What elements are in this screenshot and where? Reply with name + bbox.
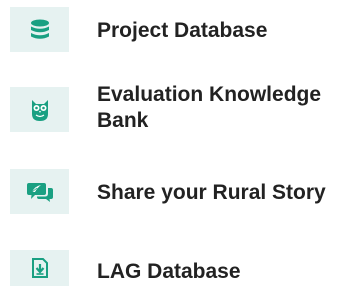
menu-item-label: Evaluation Knowledge Bank — [97, 82, 321, 134]
owl-icon — [31, 99, 48, 121]
menu-item-lag-database[interactable]: LAG Database — [0, 245, 359, 286]
icon-tile — [10, 87, 69, 132]
menu-item-label: Share your Rural Story — [97, 181, 326, 204]
icon-tile — [10, 169, 69, 214]
database-icon — [30, 19, 49, 39]
icon-tile — [10, 7, 69, 52]
download-document-icon — [31, 258, 48, 278]
menu-item-label-line1: Evaluation Knowledge — [97, 83, 322, 106]
resource-menu: Project Database Evaluation Knowledge Ba… — [0, 0, 359, 286]
speech-bubbles-icon — [26, 182, 53, 202]
menu-item-evaluation-knowledge-bank[interactable]: Evaluation Knowledge Bank — [0, 80, 359, 150]
menu-item-label-line2: Bank — [97, 109, 149, 132]
icon-tile — [10, 250, 69, 286]
menu-item-share-rural-story[interactable]: Share your Rural Story — [0, 165, 359, 220]
menu-item-project-database[interactable]: Project Database — [0, 0, 359, 60]
menu-item-label: LAG Database — [97, 260, 241, 283]
menu-item-label: Project Database — [97, 19, 268, 42]
